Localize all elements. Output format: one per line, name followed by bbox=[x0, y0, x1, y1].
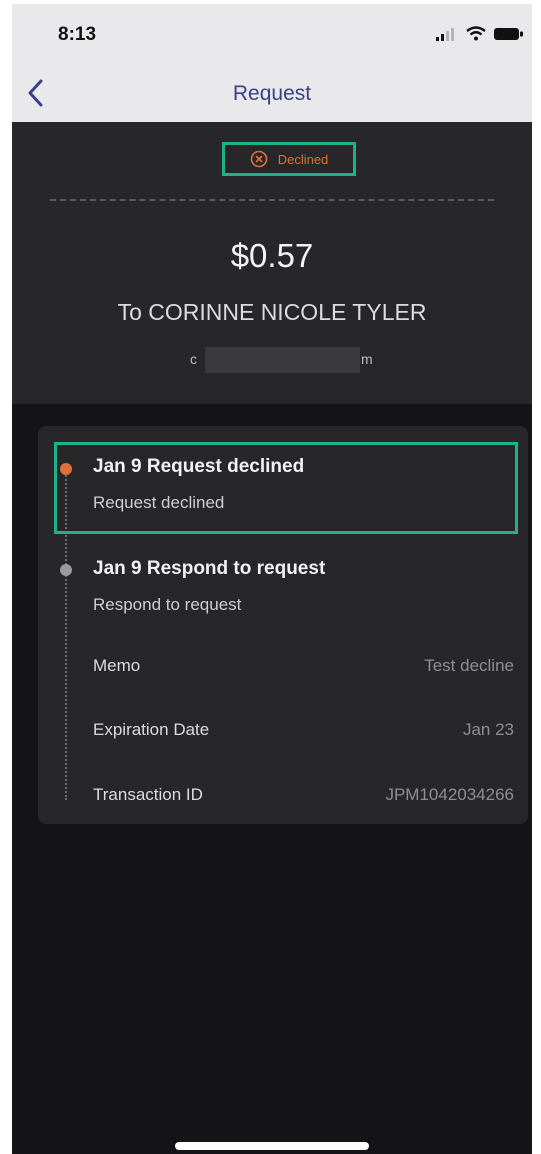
event-subtitle-respond: Respond to request bbox=[93, 595, 242, 614]
memo-label: Memo bbox=[93, 656, 141, 675]
email-end: m bbox=[361, 351, 373, 367]
recipient-email: c m bbox=[12, 347, 532, 373]
nav-bar: Request bbox=[12, 62, 532, 123]
expiration-date-label: Expiration Date bbox=[93, 720, 210, 739]
status-label: Declined bbox=[277, 151, 329, 167]
transaction-id-label: Transaction ID bbox=[93, 785, 203, 804]
status-bar: 8:13 bbox=[12, 4, 532, 62]
status-badge: Declined bbox=[222, 142, 356, 176]
status-time: 8:13 bbox=[58, 24, 97, 45]
phone-screen: 8:13 Request Declined $0.57 To CORINNE N… bbox=[12, 4, 532, 1154]
activity-card: Jan 9 Request declined Request declined … bbox=[38, 426, 528, 824]
home-indicator[interactable] bbox=[175, 1142, 369, 1150]
status-icons bbox=[436, 26, 524, 41]
transaction-id-value: JPM1042034266 bbox=[385, 785, 514, 804]
signal-icon bbox=[436, 27, 454, 41]
declined-x-icon bbox=[250, 150, 268, 168]
request-summary: Declined $0.57 To CORINNE NICOLE TYLER c… bbox=[12, 122, 532, 404]
expiration-date-value: Jan 23 bbox=[462, 720, 514, 739]
event-subtitle-declined: Request declined bbox=[93, 493, 225, 512]
email-redaction bbox=[205, 347, 360, 373]
timeline-dot-respond bbox=[60, 564, 72, 576]
recipient-name: To CORINNE NICOLE TYLER bbox=[117, 299, 427, 325]
wifi-icon bbox=[466, 26, 486, 41]
request-amount: $0.57 bbox=[230, 237, 314, 274]
email-start: c bbox=[190, 351, 197, 367]
battery-icon bbox=[494, 27, 523, 40]
page-title: Request bbox=[232, 82, 312, 105]
event-title-declined: Jan 9 Request declined bbox=[93, 456, 305, 477]
dashed-divider bbox=[50, 199, 494, 201]
event-title-respond: Jan 9 Respond to request bbox=[93, 558, 326, 579]
memo-value: Test decline bbox=[424, 656, 514, 675]
